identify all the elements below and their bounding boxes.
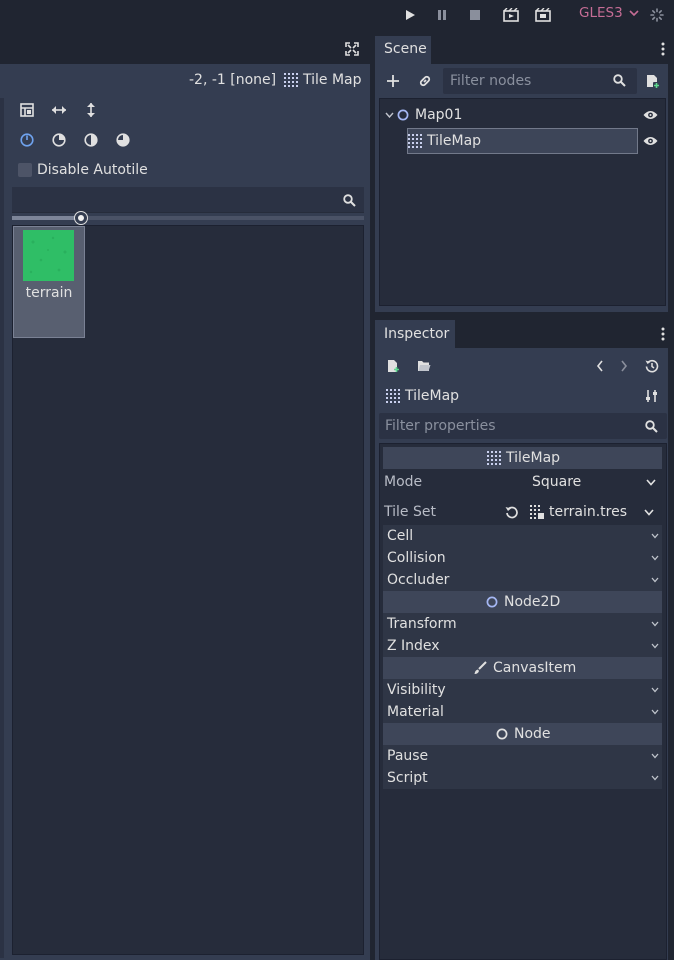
- transform-icon[interactable]: [19, 102, 35, 118]
- search-icon: [611, 72, 627, 88]
- disable-autotile-checkbox[interactable]: [18, 163, 32, 177]
- zoom-slider-fill: [12, 216, 82, 220]
- chevron-down-icon: [650, 619, 660, 629]
- group-material-label: Material: [387, 704, 444, 720]
- chevron-down-icon[interactable]: [384, 110, 394, 120]
- group-visibility-label: Visibility: [387, 682, 446, 698]
- tab-inspector-label: Inspector: [384, 326, 450, 342]
- chevron-down-icon: [650, 641, 660, 651]
- visibility-eye-icon[interactable]: [642, 108, 658, 122]
- revert-icon[interactable]: [503, 503, 521, 521]
- brush-icon: [472, 660, 488, 676]
- chevron-down-icon: [650, 531, 660, 541]
- rotate-180-icon[interactable]: [83, 132, 99, 148]
- rotate-90-icon[interactable]: [51, 132, 67, 148]
- chevron-down-icon[interactable]: [643, 507, 655, 517]
- palette-search-input[interactable]: [12, 187, 364, 213]
- rotate-270-icon[interactable]: [115, 132, 131, 148]
- node-type-label: Tile Map: [303, 72, 362, 88]
- tilemap-grid-icon: [408, 134, 422, 148]
- prop-mode-label: Mode: [384, 474, 423, 490]
- chevron-down-icon: [645, 477, 657, 487]
- editor-header: [0, 36, 370, 64]
- group-script-label: Script: [387, 770, 428, 786]
- node-circle-icon: [494, 726, 510, 742]
- node2d-circle-icon: [396, 108, 410, 122]
- chevron-down-icon: [650, 553, 660, 563]
- section-node-label: Node: [514, 726, 551, 742]
- filter-properties-placeholder: Filter properties: [385, 418, 496, 434]
- chevron-down-icon: [629, 10, 639, 17]
- tab-scene-label: Scene: [384, 41, 427, 57]
- object-properties-icon[interactable]: [644, 388, 660, 404]
- flip-horizontal-icon[interactable]: [51, 102, 67, 118]
- top-toolbar: [0, 0, 674, 30]
- link-icon[interactable]: [416, 72, 434, 90]
- tileset-icon: [529, 504, 545, 520]
- tileset-value: terrain.tres: [549, 504, 628, 520]
- disable-autotile-label: Disable Autotile: [37, 162, 148, 178]
- search-icon: [643, 418, 659, 434]
- cursor-coords: -2, -1 [none]: [189, 72, 277, 88]
- viewport-edge: [0, 98, 4, 958]
- open-folder-icon[interactable]: [416, 358, 432, 374]
- play-scene-icon[interactable]: [502, 6, 520, 24]
- section-node2d-label: Node2D: [504, 594, 561, 610]
- spinner-icon: [649, 7, 665, 23]
- history-forward-icon[interactable]: [616, 358, 632, 374]
- history-icon[interactable]: [644, 358, 660, 374]
- group-transform-label: Transform: [387, 616, 457, 632]
- search-icon: [341, 192, 357, 208]
- stop-icon[interactable]: [467, 7, 483, 23]
- play-icon[interactable]: [402, 7, 418, 23]
- tree-item-tilemap-label: TileMap: [427, 133, 482, 149]
- dock-menu-icon[interactable]: [656, 326, 670, 342]
- history-back-icon[interactable]: [592, 358, 608, 374]
- section-tilemap-label: TileMap: [506, 450, 561, 466]
- group-collision-label: Collision: [387, 550, 446, 566]
- inspector-node-name[interactable]: TileMap: [405, 389, 459, 403]
- play-custom-scene-icon[interactable]: [534, 6, 552, 24]
- rotate-0-icon[interactable]: [19, 132, 35, 148]
- chevron-down-icon: [650, 575, 660, 585]
- tile-label: terrain: [25, 285, 73, 301]
- chevron-down-icon: [650, 707, 660, 717]
- tile-thumbnail: [23, 230, 74, 281]
- pause-icon[interactable]: [434, 7, 450, 23]
- node2d-circle-icon: [484, 594, 500, 610]
- tilemap-grid-icon: [486, 450, 502, 466]
- group-occluder-label: Occluder: [387, 572, 450, 588]
- tilemap-grid-icon: [385, 388, 401, 404]
- chevron-down-icon: [650, 751, 660, 761]
- section-canvasitem-label: CanvasItem: [493, 660, 577, 676]
- filter-nodes-placeholder: Filter nodes: [450, 73, 532, 89]
- chevron-down-icon: [650, 685, 660, 695]
- renderer-select[interactable]: GLES3: [579, 5, 639, 21]
- fullscreen-icon[interactable]: [343, 40, 361, 58]
- group-cell[interactable]: [383, 525, 662, 547]
- renderer-label: GLES3: [579, 5, 623, 21]
- flip-vertical-icon[interactable]: [83, 102, 99, 118]
- group-pause-label: Pause: [387, 748, 429, 764]
- group-cell-label: Cell: [387, 528, 414, 544]
- prop-tileset-label: Tile Set: [384, 504, 436, 520]
- add-node-icon[interactable]: [384, 72, 402, 90]
- tilemap-grid-icon: [283, 72, 299, 88]
- dock-menu-icon[interactable]: [656, 41, 670, 57]
- visibility-eye-icon[interactable]: [642, 134, 658, 148]
- zoom-slider-handle[interactable]: [75, 212, 87, 224]
- mode-value: Square: [532, 474, 582, 490]
- new-resource-icon[interactable]: [385, 358, 401, 374]
- instance-scene-icon[interactable]: [643, 72, 661, 90]
- group-z-index-label: Z Index: [387, 638, 440, 654]
- chevron-down-icon: [650, 773, 660, 783]
- tree-item-map01[interactable]: Map01: [415, 108, 462, 122]
